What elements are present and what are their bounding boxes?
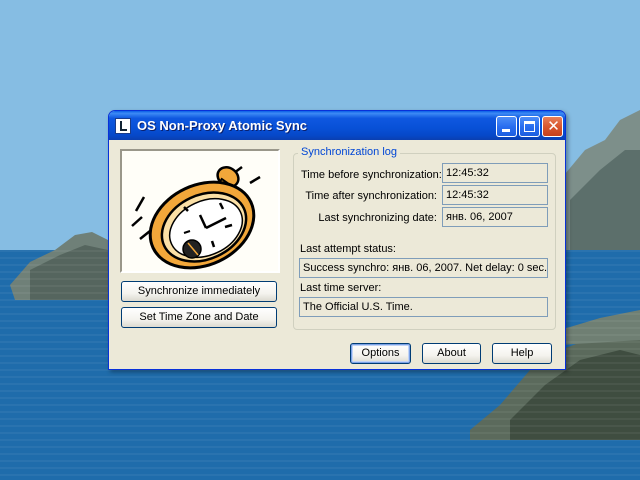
- close-icon: ✕: [547, 117, 560, 135]
- time-server-field: The Official U.S. Time.: [299, 297, 548, 317]
- about-button[interactable]: About: [422, 343, 481, 364]
- help-button[interactable]: Help: [492, 343, 552, 364]
- attempt-status-field: Success synchro: янв. 06, 2007. Net dela…: [299, 258, 548, 278]
- last-date-field: янв. 06, 2007: [442, 207, 548, 227]
- options-button[interactable]: Options: [350, 343, 411, 364]
- stopwatch-icon: [131, 166, 261, 270]
- close-button[interactable]: ✕: [542, 116, 563, 137]
- minimize-button[interactable]: [496, 116, 517, 137]
- synchronize-button[interactable]: Synchronize immediately: [121, 281, 277, 302]
- last-date-label: Last synchronizing date:: [318, 212, 437, 224]
- set-time-zone-button[interactable]: Set Time Zone and Date: [121, 307, 277, 328]
- time-server-label: Last time server:: [300, 282, 382, 294]
- time-after-label: Time after synchronization:: [305, 190, 437, 202]
- window-title: OS Non-Proxy Atomic Sync: [137, 118, 307, 133]
- time-after-field: 12:45:32: [442, 185, 548, 205]
- app-window: OS Non-Proxy Atomic Sync ✕ Synchronize i…: [108, 110, 566, 370]
- maximize-icon: [524, 121, 535, 132]
- stopwatch-image-panel: [120, 149, 280, 273]
- title-bar[interactable]: OS Non-Proxy Atomic Sync ✕: [109, 111, 565, 140]
- app-icon: [115, 118, 131, 134]
- time-before-label: Time before synchronization:: [301, 169, 442, 181]
- time-before-field: 12:45:32: [442, 163, 548, 183]
- group-title: Synchronization log: [298, 146, 401, 158]
- minimize-icon: [502, 129, 510, 132]
- attempt-status-label: Last attempt status:: [300, 243, 396, 255]
- maximize-button[interactable]: [519, 116, 540, 137]
